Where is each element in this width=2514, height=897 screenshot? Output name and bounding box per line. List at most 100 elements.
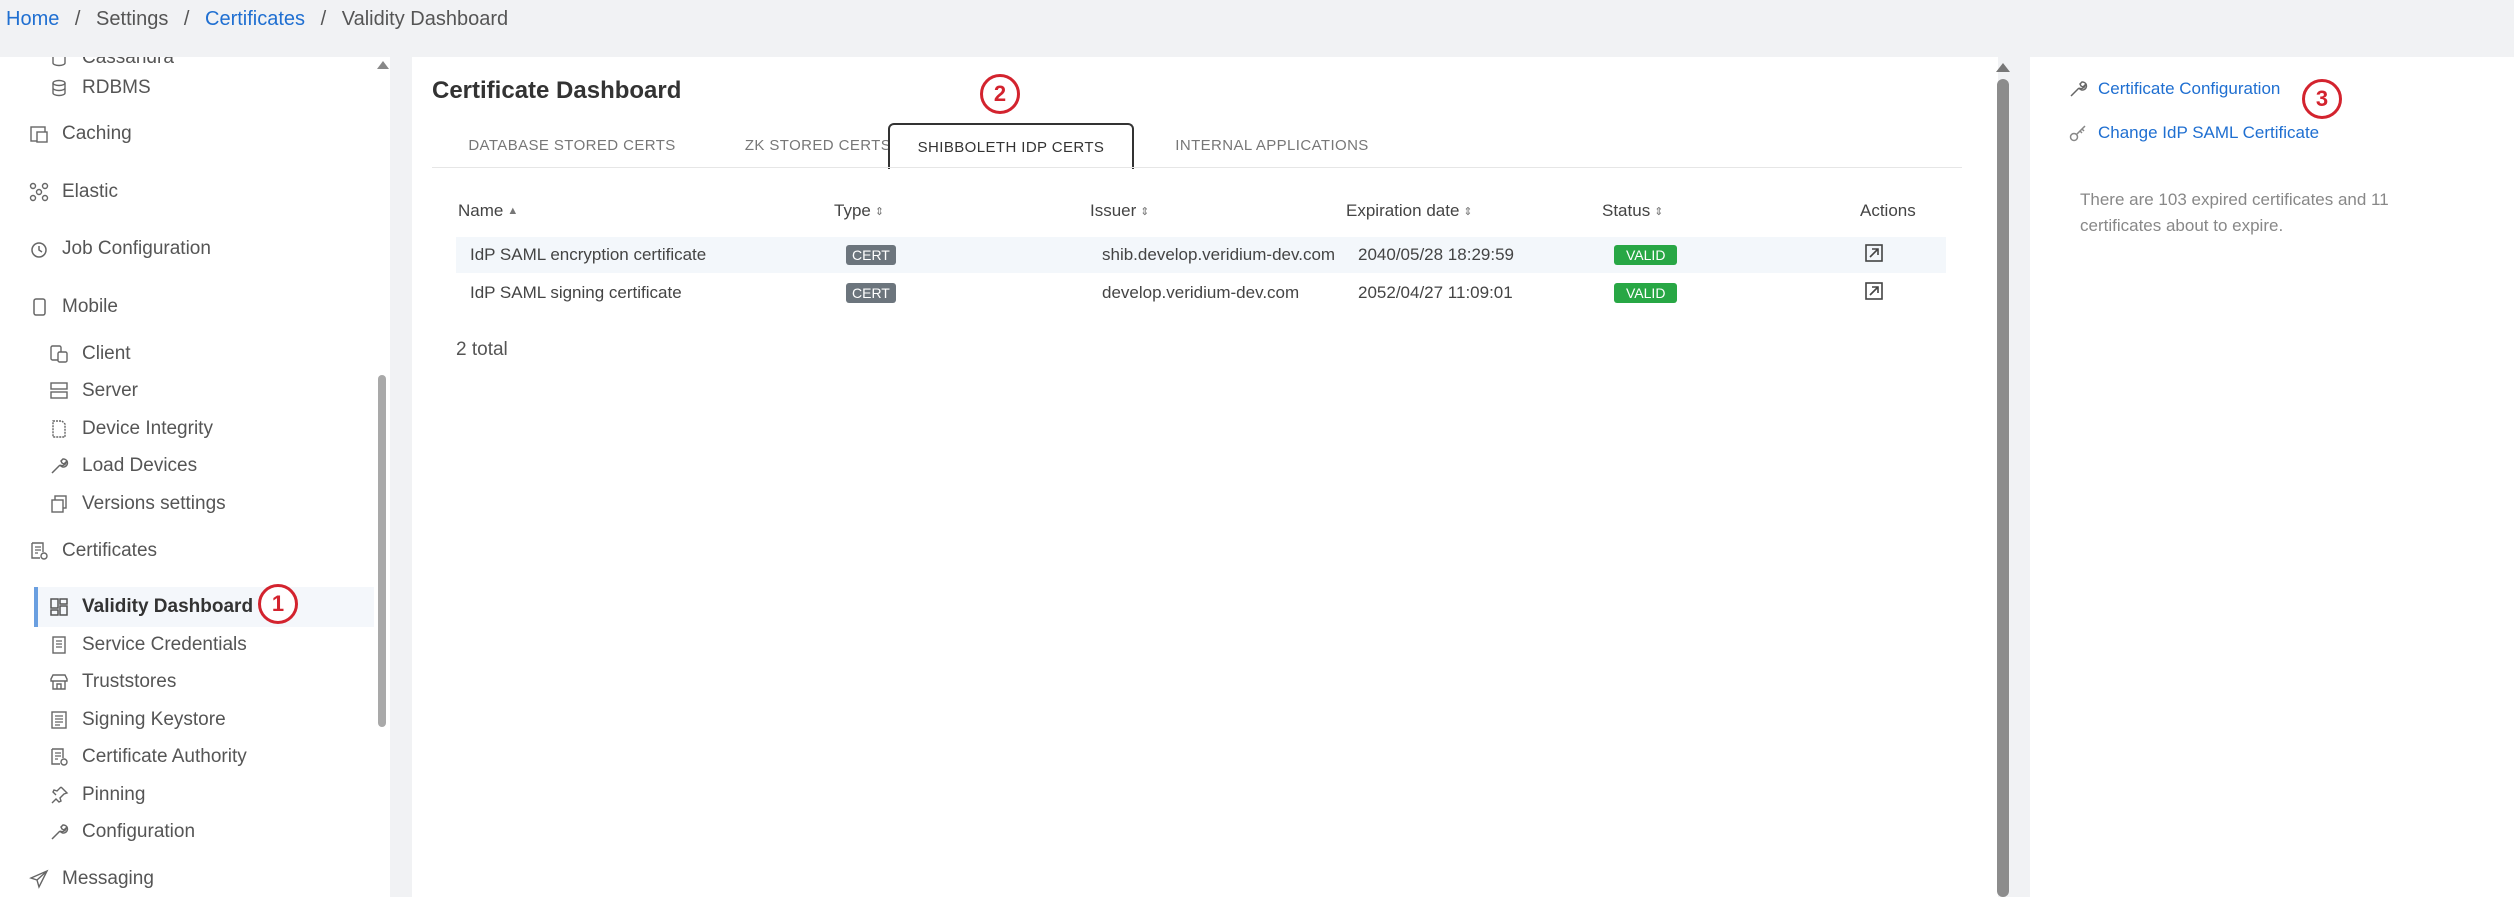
sidebar-item-label: Job Configuration bbox=[62, 238, 211, 259]
sidebar-item-service-credentials[interactable]: Service Credentials bbox=[48, 634, 247, 656]
cell-issuer: develop.veridium-dev.com bbox=[1102, 283, 1300, 302]
sidebar-item-label: Load Devices bbox=[82, 455, 198, 476]
column-header-label: Name bbox=[458, 201, 504, 220]
breadcrumb-settings: Settings bbox=[96, 8, 169, 30]
sidebar-item-label: Elastic bbox=[62, 181, 118, 202]
open-details-icon[interactable] bbox=[1864, 243, 1884, 268]
sidebar-item-label: RDBMS bbox=[82, 77, 151, 98]
sidebar-item-label: Client bbox=[82, 343, 131, 364]
sidebar-item-truststores[interactable]: Truststores bbox=[48, 671, 176, 693]
column-header-label: Expiration date bbox=[1346, 201, 1460, 220]
tab-database-stored-certs[interactable]: DATABASE STORED CERTS bbox=[436, 123, 708, 167]
change-idp-saml-certificate-link[interactable]: Change IdP SAML Certificate bbox=[2068, 123, 2319, 143]
sidebar-item-label: Mobile bbox=[62, 296, 118, 317]
sidebar-item-label: Service Credentials bbox=[82, 634, 247, 655]
column-header-type[interactable]: Type ⇕ bbox=[834, 201, 884, 221]
key-icon bbox=[2068, 123, 2088, 143]
versions-icon bbox=[48, 493, 70, 515]
certificate-icon bbox=[48, 746, 70, 768]
dashboard-icon bbox=[48, 596, 70, 618]
sidebar-item-label: Device Integrity bbox=[82, 418, 213, 439]
column-header-name[interactable]: Name ▲ bbox=[458, 201, 518, 221]
sidebar-item-validity-dashboard[interactable]: Validity Dashboard bbox=[48, 596, 253, 618]
link-label: Certificate Configuration bbox=[2098, 79, 2281, 98]
elastic-icon bbox=[28, 181, 50, 203]
sidebar-item-label: Certificates bbox=[62, 540, 158, 561]
column-header-issuer[interactable]: Issuer ⇕ bbox=[1090, 201, 1150, 221]
sidebar-scrollbar[interactable] bbox=[378, 375, 386, 727]
cell-name: IdP SAML signing certificate bbox=[470, 283, 682, 302]
column-header-status[interactable]: Status ⇕ bbox=[1602, 201, 1663, 221]
column-header-expiration-date[interactable]: Expiration date ⇕ bbox=[1346, 201, 1473, 221]
wrench-icon bbox=[48, 821, 70, 843]
tab-shibboleth-idp-certs[interactable]: SHIBBOLETH IDP CERTS bbox=[888, 123, 1134, 169]
sidebar-item-label: Certificate Authority bbox=[82, 746, 247, 767]
sort-icon: ⇕ bbox=[1463, 205, 1473, 218]
sidebar-item-mobile[interactable]: Mobile bbox=[28, 296, 118, 318]
sidebar-item-device-integrity[interactable]: Device Integrity bbox=[48, 418, 213, 440]
breadcrumb-certificates[interactable]: Certificates bbox=[205, 8, 305, 30]
open-details-icon[interactable] bbox=[1864, 281, 1884, 306]
cell-status: VALID bbox=[1614, 237, 1678, 273]
breadcrumb-current: Validity Dashboard bbox=[341, 8, 509, 30]
sidebar-item-client[interactable]: Client bbox=[48, 343, 131, 365]
sidebar-item-pinning[interactable]: Pinning bbox=[48, 784, 145, 806]
table-row[interactable]: IdP SAML signing certificate CERT develo… bbox=[456, 275, 1946, 311]
sidebar-scroll-up-arrow[interactable] bbox=[377, 61, 389, 69]
sort-ascending-icon: ▲ bbox=[507, 205, 519, 217]
annotation-marker-3: 3 bbox=[2302, 79, 2342, 119]
caching-icon bbox=[28, 123, 50, 145]
sidebar-item-certificates[interactable]: Certificates bbox=[28, 540, 157, 562]
sidebar-item-label: Cassandra bbox=[82, 57, 174, 68]
list-icon bbox=[48, 709, 70, 731]
sidebar-item-label: Versions settings bbox=[82, 493, 226, 514]
sidebar-item-rdbms[interactable]: RDBMS bbox=[48, 77, 151, 99]
type-badge: CERT bbox=[846, 283, 896, 303]
sidebar-item-signing-keystore[interactable]: Signing Keystore bbox=[48, 709, 226, 731]
server-icon bbox=[48, 380, 70, 402]
document-icon bbox=[48, 634, 70, 656]
sidebar-item-elastic[interactable]: Elastic bbox=[28, 181, 118, 203]
main-scroll-up-arrow[interactable] bbox=[1996, 63, 2010, 72]
tab-internal-applications[interactable]: INTERNAL APPLICATIONS bbox=[1148, 123, 1396, 167]
breadcrumb: Home / Settings / Certificates / Validit… bbox=[6, 8, 508, 31]
wrench-icon bbox=[2068, 79, 2088, 99]
clock-icon bbox=[28, 238, 50, 260]
sidebar-item-versions-settings[interactable]: Versions settings bbox=[48, 493, 226, 515]
sidebar-item-server[interactable]: Server bbox=[48, 380, 138, 402]
cell-actions bbox=[1864, 237, 1884, 273]
sidebar-item-caching[interactable]: Caching bbox=[28, 123, 132, 145]
breadcrumb-separator: / bbox=[74, 8, 81, 30]
breadcrumb-home[interactable]: Home bbox=[6, 8, 59, 30]
sidebar-item-configuration[interactable]: Configuration bbox=[48, 821, 195, 843]
type-badge: CERT bbox=[846, 245, 896, 265]
cell-name: IdP SAML encryption certificate bbox=[470, 245, 707, 264]
column-header-actions: Actions bbox=[1860, 201, 1916, 221]
sidebar-item-cassandra[interactable]: Cassandra bbox=[48, 57, 174, 69]
breadcrumb-separator: / bbox=[320, 8, 327, 30]
annotation-marker-1: 1 bbox=[258, 584, 298, 624]
column-header-label: Actions bbox=[1860, 201, 1916, 220]
column-header-label: Type bbox=[834, 201, 871, 220]
cell-type: CERT bbox=[846, 237, 896, 273]
document-icon bbox=[48, 418, 70, 440]
main-scrollbar[interactable] bbox=[1997, 79, 2009, 897]
status-badge: VALID bbox=[1614, 283, 1678, 303]
cell-expiration-date: 2052/04/27 11:09:01 bbox=[1358, 283, 1513, 302]
store-icon bbox=[48, 671, 70, 693]
pin-icon bbox=[48, 784, 70, 806]
sidebar-item-certificate-authority[interactable]: Certificate Authority bbox=[48, 746, 247, 768]
database-icon bbox=[48, 77, 70, 99]
page-title: Certificate Dashboard bbox=[432, 77, 682, 104]
sidebar-item-label: Truststores bbox=[82, 671, 177, 692]
sidebar-item-label: Server bbox=[82, 380, 138, 401]
table-row[interactable]: IdP SAML encryption certificate CERT shi… bbox=[456, 237, 1946, 273]
breadcrumb-separator: / bbox=[183, 8, 190, 30]
certificate-configuration-link[interactable]: Certificate Configuration bbox=[2068, 79, 2280, 99]
cell-expiration-date: 2040/05/28 18:29:59 bbox=[1358, 245, 1514, 264]
tab-divider bbox=[432, 167, 1962, 168]
cell-status: VALID bbox=[1614, 275, 1678, 311]
sidebar-item-load-devices[interactable]: Load Devices bbox=[48, 455, 197, 477]
sidebar-item-messaging[interactable]: Messaging bbox=[28, 868, 154, 890]
sidebar-item-job-configuration[interactable]: Job Configuration bbox=[28, 238, 211, 260]
